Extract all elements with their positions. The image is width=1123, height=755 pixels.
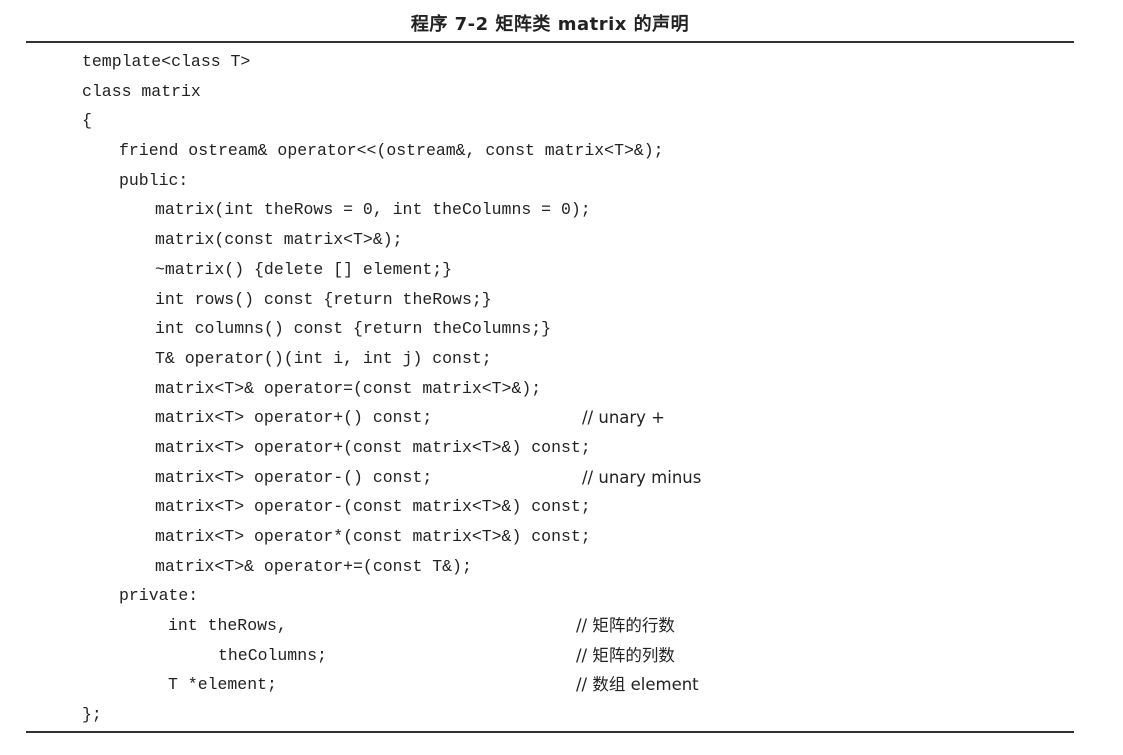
code-line: matrix(const matrix<T>&); — [82, 225, 1042, 255]
code-line: { — [82, 106, 1042, 136]
code-text: private: — [119, 586, 199, 606]
code-text: matrix(int theRows = 0, int theColumns =… — [155, 200, 591, 220]
code-line: int theRows, // 矩阵的行数 — [82, 611, 1042, 641]
code-text: int columns() const {return theColumns;} — [155, 319, 552, 339]
code-line: T *element; // 数组 element — [82, 670, 1042, 700]
code-text: T *element; — [168, 675, 277, 695]
code-text: matrix<T>& operator+=(const T&); — [155, 556, 472, 576]
code-line: int columns() const {return theColumns;} — [82, 314, 1042, 344]
code-text: int theRows, — [168, 616, 287, 636]
code-text: { — [82, 111, 92, 131]
code-text: public: — [119, 170, 189, 190]
code-text: }; — [82, 705, 102, 725]
code-line: T& operator()(int i, int j) const; — [82, 344, 1042, 374]
code-text: int rows() const {return theRows;} — [155, 289, 492, 309]
code-line: theColumns; // 矩阵的列数 — [82, 641, 1042, 671]
code-comment: // 矩阵的行数 — [576, 616, 675, 636]
code-text: matrix<T> operator+() const; — [155, 408, 433, 428]
code-comment: // 数组 element — [576, 675, 699, 695]
code-comment: // unary + — [582, 408, 666, 428]
code-text: template<class T> — [82, 52, 251, 71]
code-line: matrix<T>& operator+=(const T&); — [82, 552, 1042, 582]
code-line: friend ostream& operator<<(ostream&, con… — [82, 136, 1042, 166]
code-text: matrix<T> operator*(const matrix<T>&) co… — [155, 527, 591, 546]
code-comment: // unary minus — [582, 467, 702, 487]
code-line: matrix<T> operator*(const matrix<T>&) co… — [82, 522, 1042, 552]
code-line: class matrix — [82, 77, 1042, 107]
code-comment: // 矩阵的列数 — [576, 645, 675, 665]
code-line: matrix<T> operator+(const matrix<T>&) co… — [82, 433, 1042, 463]
code-line: ~matrix() {delete [] element;} — [82, 255, 1042, 285]
code-text: friend ostream& operator<<(ostream&, con… — [119, 141, 664, 161]
code-line: matrix<T> operator+() const; // unary + — [82, 403, 1042, 433]
code-line: template<class T> — [82, 47, 1042, 77]
code-text: matrix<T> operator+(const matrix<T>&) co… — [155, 437, 591, 457]
code-line: matrix<T> operator-(const matrix<T>&) co… — [82, 492, 1042, 522]
code-text: matrix<T>& operator=(const matrix<T>&); — [155, 378, 542, 398]
code-line: int rows() const {return theRows;} — [82, 285, 1042, 315]
listing-caption: 程序 7-2 矩阵类 matrix 的声明 — [410, 14, 690, 35]
code-line: matrix<T>& operator=(const matrix<T>&); — [82, 374, 1042, 404]
top-rule — [26, 41, 1074, 43]
code-text: matrix(const matrix<T>&); — [155, 230, 403, 250]
code-text: T& operator()(int i, int j) const; — [155, 348, 492, 368]
code-text: ~matrix() {delete [] element;} — [155, 259, 453, 279]
code-text: matrix<T> operator-() const; — [155, 467, 433, 487]
code-line: }; — [82, 700, 1042, 730]
code-text: matrix<T> operator-(const matrix<T>&) co… — [155, 497, 591, 517]
code-text: theColumns; — [218, 645, 327, 665]
code-listing: template<class T> class matrix { friend … — [82, 47, 1042, 730]
code-line: public: — [82, 166, 1042, 196]
code-text: class matrix — [82, 81, 201, 101]
code-line: private: — [82, 581, 1042, 611]
code-line: matrix(int theRows = 0, int theColumns =… — [82, 195, 1042, 225]
code-line: matrix<T> operator-() const; // unary min… — [82, 463, 1042, 493]
bottom-rule — [26, 731, 1074, 733]
